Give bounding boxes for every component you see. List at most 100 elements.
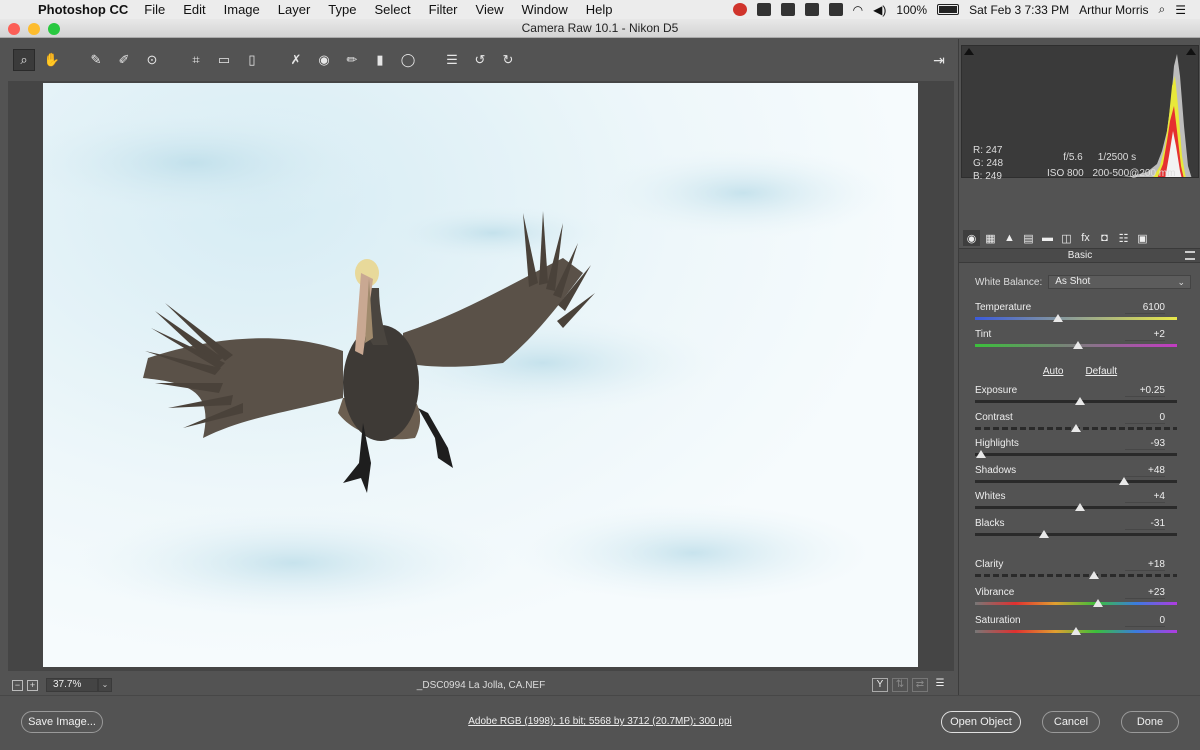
menu-select[interactable]: Select (374, 2, 410, 17)
temperature-track[interactable] (975, 317, 1177, 320)
clock[interactable]: Sat Feb 3 7:33 PM (969, 3, 1069, 17)
white-balance-select[interactable]: As Shot ⌄ (1048, 275, 1191, 289)
list-icon[interactable]: ☰ (1175, 3, 1186, 17)
adjustment-brush-icon[interactable]: ✏ (341, 49, 363, 71)
fullscreen-toggle-icon[interactable]: ⇥ (928, 49, 950, 71)
spot-removal-tool-icon[interactable]: ✗ (285, 49, 307, 71)
menu-file[interactable]: File (144, 2, 165, 17)
white-balance-tool-icon[interactable]: ✎ (85, 49, 107, 71)
minimize-window-icon[interactable] (28, 23, 40, 35)
detail-tab-icon[interactable]: ▲ (1001, 230, 1018, 246)
exposure-slider[interactable]: Exposure +0.25 (975, 385, 1177, 411)
red-eye-tool-icon[interactable]: ◉ (313, 49, 335, 71)
panel-menu-icon[interactable] (1185, 251, 1195, 260)
tint-value[interactable]: +2 (1125, 329, 1165, 341)
status-app-icon[interactable] (828, 3, 843, 16)
user-name[interactable]: Arthur Morris (1079, 3, 1148, 17)
tint-thumb[interactable] (1073, 341, 1084, 349)
menu-image[interactable]: Image (224, 2, 260, 17)
auto-link[interactable]: Auto (1043, 366, 1064, 377)
contrast-slider[interactable]: Contrast 0 (975, 412, 1177, 438)
adobe-cc-icon[interactable] (732, 3, 747, 16)
status-app-icon[interactable] (756, 3, 771, 16)
photo-preview[interactable] (43, 83, 918, 667)
volume-icon[interactable]: ◀) (873, 3, 886, 17)
blacks-value[interactable]: -31 (1125, 518, 1165, 530)
transform-tool-icon[interactable]: ▯ (241, 49, 263, 71)
whites-slider[interactable]: Whites +4 (975, 491, 1177, 517)
whites-value[interactable]: +4 (1125, 491, 1165, 503)
temperature-value[interactable]: 6100 (1125, 302, 1165, 314)
search-icon[interactable]: ⌕ (1159, 2, 1166, 17)
shadows-thumb[interactable] (1119, 477, 1130, 485)
wifi-icon[interactable]: ◠ (853, 3, 863, 17)
close-window-icon[interactable] (8, 23, 20, 35)
app-menu[interactable]: Photoshop CC (38, 2, 128, 17)
vibrance-thumb[interactable] (1093, 599, 1104, 607)
rotate-left-icon[interactable]: ↺ (469, 49, 491, 71)
hand-tool-icon[interactable]: ✋ (41, 49, 63, 71)
highlights-value[interactable]: -93 (1125, 438, 1165, 450)
copy-settings-icon[interactable]: ⇄ (912, 678, 928, 692)
vibrance-track[interactable] (975, 602, 1177, 605)
targeted-adjustment-tool-icon[interactable]: ⊙ (141, 49, 163, 71)
battery-icon[interactable] (937, 4, 960, 15)
effects-tab-icon[interactable]: fx (1077, 230, 1094, 246)
open-object-button[interactable]: Open Object (941, 711, 1021, 733)
highlights-thumb[interactable] (976, 450, 987, 458)
menu-edit[interactable]: Edit (183, 2, 205, 17)
shadows-value[interactable]: +48 (1125, 465, 1165, 477)
zoom-dropdown-icon[interactable]: ⌄ (98, 678, 112, 692)
menu-view[interactable]: View (476, 2, 504, 17)
menu-type[interactable]: Type (328, 2, 356, 17)
temperature-slider[interactable]: Temperature 6100 (975, 302, 1177, 328)
crop-tool-icon[interactable]: ⌗ (185, 49, 207, 71)
clarity-slider[interactable]: Clarity +18 (975, 559, 1177, 585)
straighten-tool-icon[interactable]: ▭ (213, 49, 235, 71)
menu-filter[interactable]: Filter (429, 2, 458, 17)
color-sampler-tool-icon[interactable]: ✐ (113, 49, 135, 71)
shadow-clipping-warning-icon[interactable] (964, 48, 974, 55)
temperature-thumb[interactable] (1052, 314, 1063, 322)
basic-tab-icon[interactable]: ◉ (963, 230, 980, 246)
status-app-icon[interactable] (780, 3, 795, 16)
before-after-view-button[interactable]: Y (872, 678, 888, 692)
whites-thumb[interactable] (1075, 503, 1086, 511)
menu-window[interactable]: Window (521, 2, 567, 17)
toggle-settings-icon[interactable]: ☰ (932, 678, 948, 692)
zoom-level[interactable]: 37.7% (46, 678, 98, 692)
cancel-button[interactable]: Cancel (1042, 711, 1100, 733)
preferences-icon[interactable]: ☰ (441, 49, 463, 71)
highlights-slider[interactable]: Highlights -93 (975, 438, 1177, 464)
graduated-filter-icon[interactable]: ▮ (369, 49, 391, 71)
done-button[interactable]: Done (1121, 711, 1179, 733)
shadows-slider[interactable]: Shadows +48 (975, 465, 1177, 491)
default-link[interactable]: Default (1085, 366, 1117, 377)
exposure-value[interactable]: +0.25 (1125, 385, 1165, 397)
vibrance-value[interactable]: +23 (1125, 587, 1165, 599)
tone-curve-tab-icon[interactable]: ▦ (982, 230, 999, 246)
exposure-thumb[interactable] (1075, 397, 1086, 405)
status-app-icon[interactable] (804, 3, 819, 16)
snapshots-tab-icon[interactable]: ▣ (1134, 230, 1151, 246)
blacks-track[interactable] (975, 533, 1177, 536)
clarity-value[interactable]: +18 (1125, 559, 1165, 571)
contrast-value[interactable]: 0 (1125, 412, 1165, 424)
clarity-thumb[interactable] (1089, 571, 1100, 579)
camera-calibration-tab-icon[interactable]: ◘ (1096, 230, 1113, 246)
clarity-track[interactable] (975, 574, 1177, 577)
contrast-thumb[interactable] (1071, 424, 1081, 432)
rotate-right-icon[interactable]: ↻ (497, 49, 519, 71)
zoom-in-button[interactable]: + (27, 679, 38, 691)
presets-tab-icon[interactable]: ☷ (1115, 230, 1132, 246)
saturation-value[interactable]: 0 (1125, 615, 1165, 627)
saturation-thumb[interactable] (1071, 627, 1081, 635)
highlights-track[interactable] (975, 453, 1177, 456)
zoom-out-button[interactable]: − (12, 679, 23, 691)
saturation-slider[interactable]: Saturation 0 (975, 615, 1177, 641)
split-toning-tab-icon[interactable]: ▬ (1039, 230, 1056, 246)
vibrance-slider[interactable]: Vibrance +23 (975, 587, 1177, 613)
tint-slider[interactable]: Tint +2 (975, 329, 1177, 355)
radial-filter-icon[interactable]: ◯ (397, 49, 419, 71)
shadows-track[interactable] (975, 480, 1177, 483)
